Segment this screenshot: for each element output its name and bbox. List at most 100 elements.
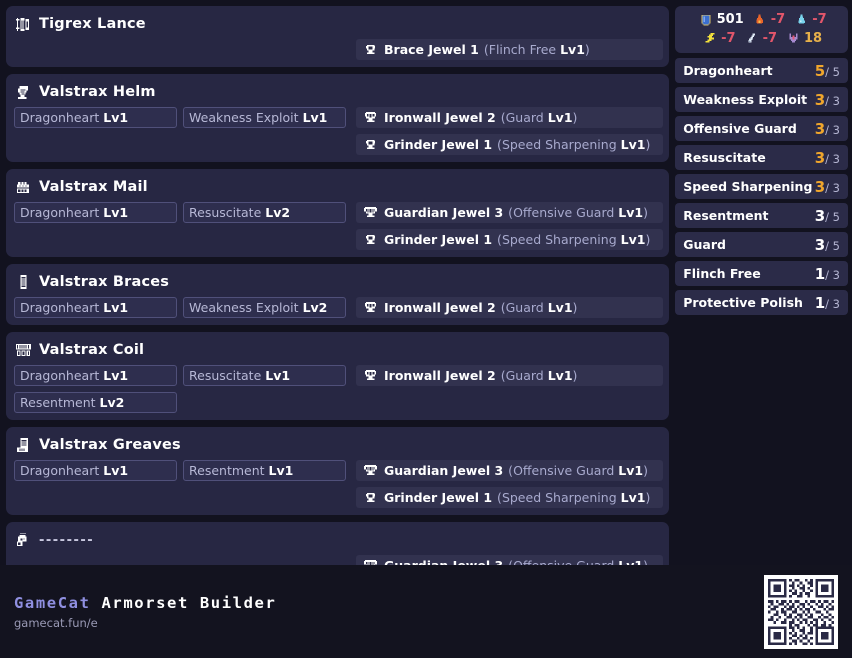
decoration-slot[interactable]: Grinder Jewel 1 (Speed Sharpening Lv1): [356, 134, 664, 155]
armor-skill-name: Resuscitate: [189, 368, 262, 383]
armor-skill-chip[interactable]: Dragonheart Lv1: [14, 297, 177, 318]
decoration-slot[interactable]: Guardian Jewel 3 (Offensive Guard Lv1): [356, 202, 664, 223]
armor-skill-chip[interactable]: Weakness Exploit Lv2: [183, 297, 346, 318]
qr-code-icon: [768, 578, 834, 645]
skill-total-row[interactable]: Weakness Exploit 3/ 3: [675, 87, 848, 112]
armor-skill-chip[interactable]: Dragonheart Lv1: [14, 365, 177, 386]
equipment-panel-chest[interactable]: Valstrax Mail Dragonheart Lv1 Resuscitate Lv…: [6, 169, 670, 257]
skill-total-row[interactable]: Protective Polish 1/ 3: [675, 290, 848, 315]
armor-skill-chip[interactable]: Dragonheart Lv1: [14, 202, 177, 223]
skill-total-row[interactable]: Guard 3/ 5: [675, 232, 848, 257]
stat-thunder-resistance: -7: [701, 30, 736, 48]
decoration-skill-level: Lv1: [547, 110, 573, 125]
armor-skill-chip[interactable]: Dragonheart Lv1: [14, 107, 177, 128]
skill-total-row[interactable]: Resuscitate 3/ 3: [675, 145, 848, 170]
skill-total-name: Weakness Exploit: [683, 92, 808, 107]
decoration-skill: (Speed Sharpening Lv1): [497, 232, 651, 247]
equipment-body: Dragonheart Lv1 Resentment Lv1 Guardian Jewe…: [14, 460, 664, 508]
skill-totals-list: Dragonheart 5/ 5 Weakness Exploit 3/ 3 Offen…: [675, 58, 848, 315]
defense-stats-box: 501 -7 -7 -7 -7 18: [675, 6, 848, 53]
defense-stats-row-1: 501 -7 -7: [697, 11, 827, 28]
decoration-slot[interactable]: Brace Jewel 1 (Flinch Free Lv1): [356, 39, 664, 60]
decoration-name: Ironwall Jewel 2: [384, 368, 496, 383]
skill-total-row[interactable]: Speed Sharpening 3/ 3: [675, 174, 848, 199]
skill-total-levels: 3/ 5: [815, 206, 840, 225]
armor-skill-level: Lv1: [103, 463, 129, 478]
skill-total-current: 3: [814, 236, 826, 254]
stat-water-resistance: -7: [792, 11, 827, 29]
decoration-skill-level: Lv1: [618, 205, 644, 220]
stat-value: 18: [804, 31, 823, 46]
skill-total-levels: 5/ 5: [815, 61, 840, 80]
skill-total-row[interactable]: Offensive Guard 3/ 3: [675, 116, 848, 141]
armor-skill-chip[interactable]: Resuscitate Lv1: [183, 365, 346, 386]
equipment-body: Brace Jewel 1 (Flinch Free Lv1): [14, 39, 664, 60]
armor-skill-level: Lv1: [265, 368, 291, 383]
equipment-body: Dragonheart Lv1 Resuscitate Lv2 Guardian Jew…: [14, 202, 664, 250]
skill-total-max: / 3: [825, 268, 840, 282]
skill-total-current: 3: [814, 207, 826, 225]
equipment-panel-weapon[interactable]: Tigrex Lance Brace Jewel 1 (Flinch Free Lv…: [6, 6, 670, 67]
equipment-panel-waist[interactable]: Valstrax Coil Dragonheart Lv1 Resuscitate Lv…: [6, 332, 670, 420]
equipment-panel-legs[interactable]: Valstrax Greaves Dragonheart Lv1 Resentment…: [6, 427, 670, 515]
decoration-slot[interactable]: Guardian Jewel 3 (Offensive Guard Lv1): [356, 460, 664, 481]
armor-skill-name: Dragonheart: [20, 368, 100, 383]
skill-total-name: Speed Sharpening: [683, 179, 813, 194]
armor-skill-chip[interactable]: Dragonheart Lv1: [14, 460, 177, 481]
skill-total-current: 3: [814, 91, 826, 109]
decoration-skill-level: Lv1: [547, 300, 573, 315]
armor-skill-chip[interactable]: Weakness Exploit Lv1: [183, 107, 346, 128]
decoration-slot[interactable]: Ironwall Jewel 2 (Guard Lv1): [356, 107, 664, 128]
brand-url: gamecat.fun/e: [14, 615, 98, 630]
skill-total-levels: 3/ 3: [815, 177, 840, 196]
skill-total-current: 5: [814, 62, 826, 80]
decoration-slot[interactable]: Ironwall Jewel 2 (Guard Lv1): [356, 297, 664, 318]
stat-dragon-resistance: 18: [784, 30, 822, 48]
decoration-skill: (Flinch Free Lv1): [483, 42, 590, 57]
decoration-skill-name: Speed Sharpening: [501, 490, 617, 505]
skill-total-current: 3: [814, 120, 826, 138]
decoration-slots-column: Guardian Jewel 3 (Offensive Guard Lv1) Gri…: [356, 460, 664, 508]
decoration-skill-name: Offensive Guard: [513, 463, 615, 478]
skill-total-row[interactable]: Dragonheart 5/ 5: [675, 58, 848, 83]
armor-skill-level: Lv1: [103, 205, 129, 220]
decoration-skill: (Offensive Guard Lv1): [508, 205, 648, 220]
decoration-name: Ironwall Jewel 2: [384, 110, 496, 125]
armor-skill-name: Dragonheart: [20, 110, 100, 125]
equipment-list: Tigrex Lance Brace Jewel 1 (Flinch Free Lv…: [6, 6, 670, 610]
thunder-resistance-icon: [701, 30, 719, 48]
armor-skill-chip[interactable]: Resentment Lv2: [14, 392, 177, 413]
skill-total-name: Flinch Free: [683, 266, 761, 281]
armor-skill-level: Lv1: [103, 110, 129, 125]
equipment-panel-head[interactable]: Valstrax Helm Dragonheart Lv1 Weakness Expl…: [6, 74, 670, 162]
skill-total-row[interactable]: Flinch Free 1/ 3: [675, 261, 848, 286]
decoration-skill-name: Speed Sharpening: [501, 232, 617, 247]
armor-skill-chip[interactable]: Resuscitate Lv2: [183, 202, 346, 223]
decoration-skill-level: Lv1: [547, 368, 573, 383]
stat-defense-shield: 501: [697, 11, 744, 29]
equipment-header: Valstrax Mail: [14, 176, 663, 198]
decoration-skill: (Guard Lv1): [500, 368, 578, 383]
decoration-skill-level: Lv1: [620, 232, 646, 247]
decoration-slot[interactable]: Grinder Jewel 1 (Speed Sharpening Lv1): [356, 487, 664, 508]
decoration-skill-name: Guard: [505, 110, 544, 125]
skill-total-row[interactable]: Resentment 3/ 5: [675, 203, 848, 228]
weapon-lance-icon: [14, 15, 32, 33]
armorset-builder-app: Tigrex Lance Brace Jewel 1 (Flinch Free Lv…: [0, 0, 852, 658]
skill-total-current: 3: [814, 149, 826, 167]
decoration-slot[interactable]: Ironwall Jewel 2 (Guard Lv1): [356, 365, 664, 386]
armor-skills-row: Dragonheart Lv1 Resuscitate Lv1: [14, 365, 350, 386]
decoration-skill-name: Guard: [505, 368, 544, 383]
stat-fire-resistance: -7: [751, 11, 785, 29]
equipment-panel-arms[interactable]: Valstrax Braces Dragonheart Lv1 Weakness Ex…: [6, 264, 670, 325]
equipment-header: Valstrax Greaves: [14, 434, 663, 456]
skill-total-levels: 3/ 5: [815, 235, 840, 254]
armor-skill-chip[interactable]: Resentment Lv1: [183, 460, 346, 481]
skill-total-name: Resentment: [683, 208, 769, 223]
decoration-slot[interactable]: Grinder Jewel 1 (Speed Sharpening Lv1): [356, 229, 664, 250]
armor-skills-column: Dragonheart Lv1 Resuscitate Lv2: [14, 202, 350, 250]
decoration-skill-name: Guard: [505, 300, 544, 315]
armor-skill-name: Weakness Exploit: [189, 300, 299, 315]
armor-skill-level: Lv2: [99, 395, 125, 410]
qr-code[interactable]: [764, 574, 838, 649]
